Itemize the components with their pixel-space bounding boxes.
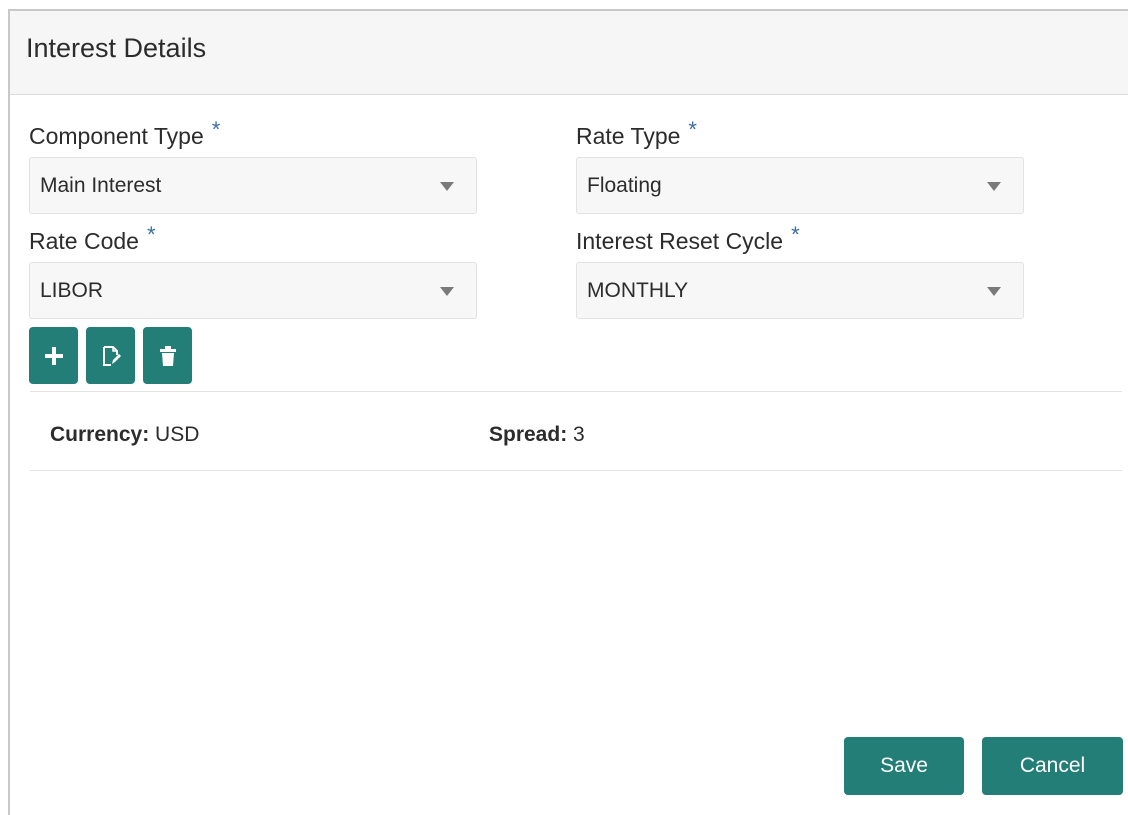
currency-label: Currency: — [50, 423, 150, 446]
interest-reset-cycle-select[interactable]: MONTHLY — [576, 262, 1024, 319]
spread-label: Spread: — [489, 423, 568, 446]
rate-code-value: LIBOR — [40, 279, 104, 302]
component-type-label: Component Type * — [29, 117, 220, 150]
add-button[interactable] — [29, 327, 78, 384]
rate-code-label-text: Rate Code — [29, 228, 139, 254]
interest-details-dialog: Interest Details Component Type * Main In… — [8, 9, 1128, 815]
dialog-title: Interest Details — [26, 33, 207, 63]
required-asterisk: * — [791, 222, 800, 247]
rate-code-select[interactable]: LIBOR — [29, 262, 477, 319]
trash-icon — [159, 345, 176, 366]
chevron-down-icon — [440, 182, 454, 191]
rate-code-label: Rate Code * — [29, 222, 156, 255]
dialog-header: Interest Details — [10, 11, 1128, 95]
currency-summary: Currency: USD — [50, 423, 199, 447]
save-button[interactable]: Save — [844, 737, 964, 795]
interest-reset-cycle-label: Interest Reset Cycle * — [576, 222, 800, 255]
delete-button[interactable] — [143, 327, 192, 384]
required-asterisk: * — [688, 117, 697, 142]
required-asterisk: * — [211, 117, 221, 142]
component-type-label-text: Component Type — [29, 123, 204, 149]
component-type-select[interactable]: Main Interest — [29, 157, 477, 214]
divider — [30, 470, 1122, 471]
chevron-down-icon — [987, 182, 1001, 191]
spread-value: 3 — [573, 423, 585, 446]
interest-reset-cycle-label-text: Interest Reset Cycle — [576, 228, 784, 254]
chevron-down-icon — [987, 287, 1001, 296]
plus-icon — [44, 346, 63, 365]
currency-value: USD — [155, 423, 200, 446]
required-asterisk: * — [146, 222, 156, 247]
rate-type-value: Floating — [587, 174, 662, 197]
rate-type-select[interactable]: Floating — [576, 157, 1024, 214]
divider — [30, 391, 1122, 392]
chevron-down-icon — [440, 287, 454, 296]
interest-reset-cycle-value: MONTHLY — [587, 279, 689, 302]
cancel-button[interactable]: Cancel — [982, 737, 1123, 795]
component-type-value: Main Interest — [40, 174, 162, 197]
edit-button[interactable] — [86, 327, 135, 384]
edit-document-icon — [102, 345, 121, 366]
spread-summary: Spread: 3 — [489, 423, 585, 447]
rate-type-label-text: Rate Type — [576, 123, 681, 149]
rate-type-label: Rate Type * — [576, 117, 697, 150]
